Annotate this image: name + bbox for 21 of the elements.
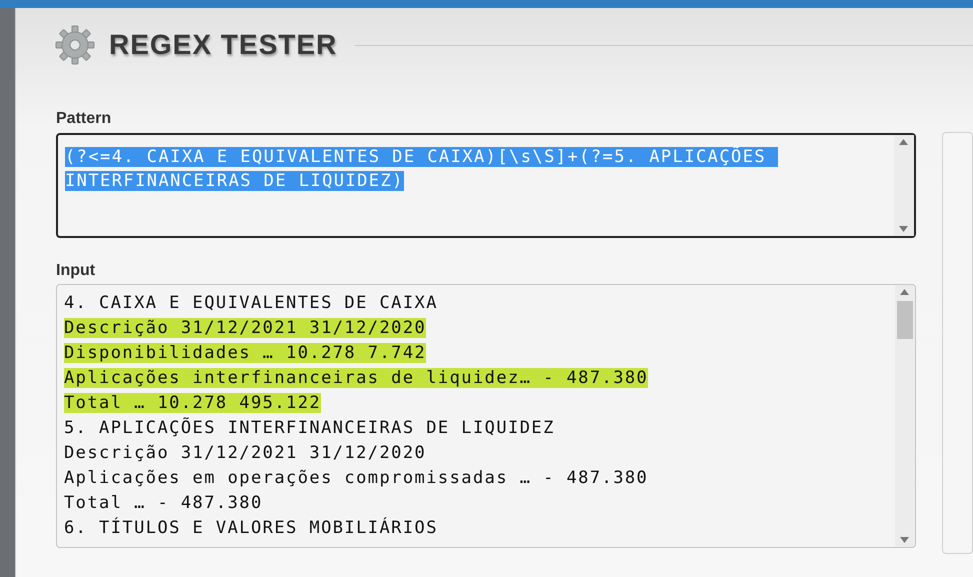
input-line: 4. CAIXA E EQUIVALENTES DE CAIXA: [64, 293, 438, 313]
scrollbar[interactable]: [894, 285, 915, 547]
gear-icon: [55, 25, 95, 65]
scroll-up-icon[interactable]: [899, 139, 908, 145]
scroll-down-icon[interactable]: [899, 226, 908, 232]
input-line: Descrição 31/12/2021 31/12/2020: [64, 443, 426, 463]
input-line: Aplicações em operações compromissadas … - 487.380: [64, 468, 648, 488]
input-line: Total … - 487.380: [64, 493, 263, 513]
pattern-field[interactable]: (?<=4. CAIXA E EQUIVALENTES DE CAIXA)[\s\S]+(?=5. APLICAÇÕES INTERFINANCEIRAS DE LIQUIDEZ): [56, 133, 916, 238]
scrollbar[interactable]: [894, 135, 914, 236]
input-field[interactable]: [56, 284, 916, 548]
input-line: 5. APLICAÇÕES INTERFINANCEIRAS DE LIQUIDEZ: [64, 418, 555, 438]
field-label: Pattern: [56, 110, 112, 129]
pattern-text: (?<=4. CAIXA E EQUIVALENTES DE CAIXA)[\s\S]+(?=5. APLICAÇÕES: [65, 147, 778, 167]
scrollbar-thumb[interactable]: [896, 301, 913, 339]
field-label: Input: [56, 262, 96, 281]
scroll-down-icon[interactable]: [900, 537, 910, 543]
scroll-up-icon[interactable]: [900, 289, 910, 295]
window-title: REGEX TESTER: [109, 29, 338, 61]
pattern-text: INTERFINANCEIRAS DE LIQUIDEZ): [65, 171, 404, 191]
input-line: 6. TÍTULOS E VALORES MOBILIÁRIOS: [64, 518, 438, 538]
